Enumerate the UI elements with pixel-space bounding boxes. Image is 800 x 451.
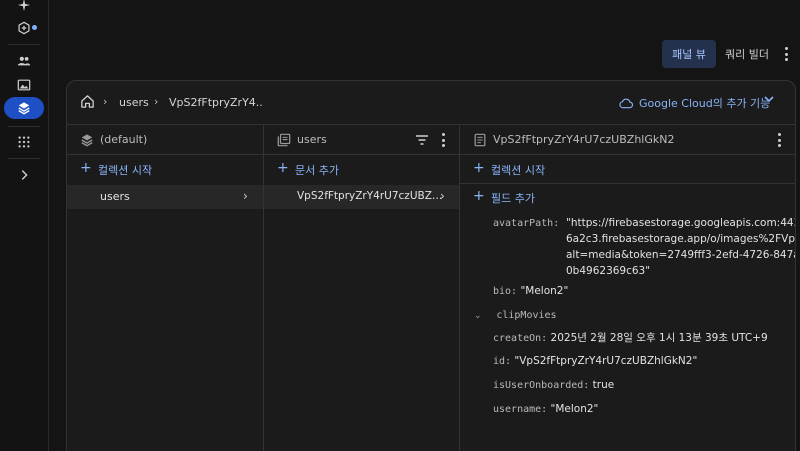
expand-chevron-down-icon[interactable]: ⌄ (474, 308, 489, 324)
notification-dot (32, 25, 37, 30)
firestore-icon (81, 134, 93, 147)
breadcrumb-chevron-icon: › (103, 95, 108, 108)
list-item[interactable]: VpS2fFtpryZrY4rU7czUBZ… › (264, 185, 459, 209)
database-title: (default) (100, 133, 148, 146)
field-key: id: (493, 356, 512, 367)
start-collection-label: 컬렉션 시작 (98, 164, 153, 177)
document-id: VpS2fFtpryZrY4rU7czUBZ… (297, 190, 443, 202)
breadcrumb-chevron-icon: › (154, 95, 159, 108)
field-clipMovies[interactable]: ⌄ clipMovies (474, 307, 557, 324)
rail-divider (8, 126, 40, 127)
left-rail (0, 0, 49, 451)
add-field-label: 필드 추가 (491, 192, 535, 205)
expand-chevron-icon[interactable] (4, 164, 44, 186)
field-bio[interactable]: bio: "Melon2" (493, 283, 568, 300)
plus-icon: + (473, 188, 485, 204)
collection-icon (277, 133, 291, 147)
field-isUserOnboarded[interactable]: isUserOnboarded: true (493, 377, 614, 394)
start-collection-label: 컬렉션 시작 (491, 164, 546, 177)
field-key: avatarPath: (493, 218, 560, 229)
firestore-icon[interactable] (4, 97, 44, 119)
field-createOn[interactable]: createOn: 2025년 2월 28일 오후 1시 13분 39초 UTC… (493, 330, 768, 347)
chevron-down-icon[interactable] (763, 93, 775, 105)
chevron-right-icon: › (440, 189, 445, 203)
collection-title: users (297, 133, 327, 146)
plus-icon: + (473, 160, 485, 176)
rail-divider (8, 158, 40, 159)
field-key: username: (493, 404, 548, 415)
field-value: "VpS2fFtpryZrY4rU7czUBZhlGkN2" (514, 355, 698, 367)
document-column: VpS2fFtpryZrY4rU7czUBZhlGkN2 + 컬렉션 시작 + … (460, 125, 796, 451)
list-item[interactable]: users › (67, 185, 263, 209)
field-key: clipMovies (496, 310, 557, 321)
storage-image-icon[interactable] (4, 74, 44, 96)
apps-grid-icon[interactable] (4, 131, 44, 153)
more-vert-icon[interactable] (780, 44, 792, 64)
field-value-line: 6a2c3.firebasestorage.app/o/images%2FVpS… (566, 233, 795, 245)
collection-column: users + 문서 추가 VpS2fFtpryZrY4rU7czUBZ… › (264, 125, 460, 451)
field-id[interactable]: id: "VpS2fFtpryZrY4rU7czUBZhlGkN2" (493, 353, 697, 370)
google-cloud-label: Google Cloud의 추가 기능 (639, 97, 771, 110)
field-avatarPath[interactable]: avatarPath: "https://firebasestorage.goo… (493, 215, 796, 281)
cloud-icon (619, 98, 633, 108)
column-header: users (264, 125, 459, 155)
field-value-line: alt=media&token=2749fff3-2efd-4726-847a- (566, 249, 796, 261)
column-header: (default) (67, 125, 263, 155)
users-icon[interactable] (4, 50, 44, 72)
column-header: VpS2fFtpryZrY4rU7czUBZhlGkN2 (460, 125, 795, 155)
breadcrumb-document[interactable]: VpS2fFtpryZrY4.. (169, 96, 263, 109)
field-key: createOn: (493, 333, 548, 344)
extensions-icon[interactable] (4, 17, 44, 39)
plus-icon: + (80, 160, 92, 176)
breadcrumb-users[interactable]: users (119, 96, 149, 109)
field-value-line: "https://firebasestorage.googleapis.com:… (566, 217, 795, 229)
query-builder-button[interactable]: 쿼리 빌더 (721, 40, 773, 68)
document-title: VpS2fFtpryZrY4rU7czUBZhlGkN2 (493, 133, 675, 146)
collection-name: users (100, 190, 130, 203)
plus-icon: + (277, 160, 289, 176)
more-vert-icon[interactable] (440, 133, 446, 147)
add-document-label: 문서 추가 (295, 164, 339, 177)
chevron-right-icon: › (243, 189, 248, 203)
panel-view-button[interactable]: 패널 뷰 (662, 40, 716, 68)
field-key: bio: (493, 286, 518, 297)
firestore-data-panel: › users › VpS2fFtpryZrY4.. Google Cloud의… (66, 80, 796, 451)
add-document-button[interactable]: + 문서 추가 (264, 156, 459, 182)
add-field-button[interactable]: + 필드 추가 (460, 184, 795, 210)
field-value: "Melon2" (550, 403, 599, 415)
field-value: 2025년 2월 28일 오후 1시 13분 39초 UTC+9 (550, 332, 768, 344)
document-icon (474, 133, 486, 147)
database-column: (default) + 컬렉션 시작 users › (67, 125, 264, 451)
rail-divider (8, 44, 40, 45)
field-key: isUserOnboarded: (493, 380, 590, 391)
google-cloud-button[interactable]: Google Cloud의 추가 기능 (619, 95, 770, 111)
more-vert-icon[interactable] (776, 133, 782, 147)
breadcrumb: › users › VpS2fFtpryZrY4.. Google Cloud의… (67, 81, 795, 125)
filter-icon[interactable] (415, 134, 429, 146)
field-value: "Melon2" (520, 285, 569, 297)
start-collection-button[interactable]: + 컬렉션 시작 (460, 156, 795, 182)
home-icon[interactable] (80, 94, 95, 109)
sparkle-icon[interactable] (4, 0, 44, 16)
field-value-line: 0b4962369c63" (566, 265, 651, 277)
field-value: true (592, 379, 615, 391)
field-username[interactable]: username: "Melon2" (493, 401, 598, 418)
start-collection-button[interactable]: + 컬렉션 시작 (67, 156, 263, 182)
